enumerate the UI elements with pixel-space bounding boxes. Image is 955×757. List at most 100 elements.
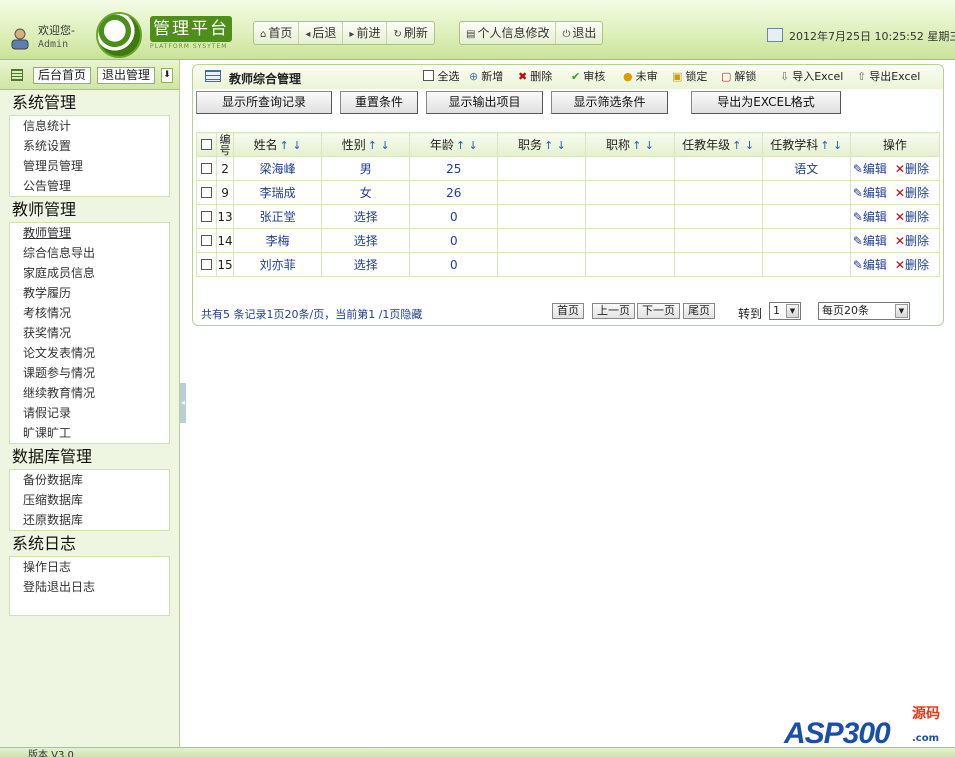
logout-button[interactable]: ⏻ 退出 <box>556 22 602 44</box>
delete-button[interactable]: ✖ 删除 <box>518 68 552 84</box>
chevron-down-icon[interactable]: ▼ <box>895 304 908 318</box>
col-subject[interactable]: 任教学科 ↑ ↓ <box>761 132 851 157</box>
account-button-group: ▤ 个人信息修改 ⏻ 退出 <box>459 21 604 45</box>
pencil-icon: ✎ <box>852 210 863 224</box>
sidebar-item-operation-log[interactable]: 操作日志 <box>10 557 169 577</box>
next-page-button[interactable]: 下一页 <box>637 303 680 319</box>
admin-home-button[interactable]: 后台首页 <box>33 67 92 84</box>
show-queried-records-button[interactable]: 显示所查询记录 <box>196 91 332 114</box>
col-age[interactable]: 年龄 ↑ ↓ <box>409 132 499 157</box>
last-page-button[interactable]: 尾页 <box>683 303 715 319</box>
back-button[interactable]: ◂ 后退 <box>299 22 344 44</box>
row-checkbox[interactable] <box>201 162 212 174</box>
col-duty[interactable]: 职务 ↑ ↓ <box>497 132 587 157</box>
sidebar-item-family[interactable]: 家庭成员信息 <box>10 263 169 283</box>
sidebar-item-papers[interactable]: 论文发表情况 <box>10 343 169 363</box>
edit-link[interactable]: ✎编辑 <box>853 258 887 272</box>
sidebar-item-projects[interactable]: 课题参与情况 <box>10 363 169 383</box>
show-filter-conditions-button[interactable]: 显示筛选条件 <box>551 91 668 114</box>
table-row[interactable]: 13 张正堂 选择 0 ✎编辑 ✕删除 <box>195 204 941 229</box>
duty-cell <box>497 180 587 205</box>
welcome-text: 欢迎您- Admin <box>38 24 75 52</box>
sidebar-item-teaching-history[interactable]: 教学履历 <box>10 283 169 303</box>
profile-edit-button[interactable]: ▤ 个人信息修改 <box>460 22 557 44</box>
grade-cell <box>673 204 763 229</box>
table-row[interactable]: 14 李梅 选择 0 ✎编辑 ✕删除 <box>195 228 941 253</box>
sidebar-item-absence[interactable]: 旷课旷工 <box>10 423 169 443</box>
add-icon: ⊕ <box>469 70 479 83</box>
add-button[interactable]: ⊕ 新增 <box>469 68 503 84</box>
page-size-select[interactable]: 每页20条 ▼ <box>818 302 910 320</box>
lock-button[interactable]: ▣ 锁定 <box>672 68 707 84</box>
export-excel-format-button[interactable]: 导出为EXCEL格式 <box>691 91 841 114</box>
delete-link[interactable]: ✕删除 <box>895 234 929 248</box>
col-name[interactable]: 姓名 ↑ ↓ <box>233 132 323 157</box>
sort-arrows-icon[interactable]: ↑ ↓ <box>544 139 566 152</box>
delete-link[interactable]: ✕删除 <box>895 162 929 176</box>
list-icon <box>205 70 221 82</box>
sort-arrows-icon[interactable]: ↑ ↓ <box>732 139 754 152</box>
header-checkbox[interactable] <box>201 138 212 150</box>
prev-page-button[interactable]: 上一页 <box>592 303 635 319</box>
edit-link[interactable]: ✎编辑 <box>853 162 887 176</box>
forward-button[interactable]: ▸ 前进 <box>343 22 388 44</box>
sort-arrows-icon[interactable]: ↑ ↓ <box>456 139 478 152</box>
sidebar-item-teacher-management[interactable]: 教师管理 <box>10 223 169 243</box>
sort-arrows-icon[interactable]: ↑ ↓ <box>368 139 390 152</box>
delete-label: 删除 <box>904 186 929 200</box>
sidebar-toolbar: 后台首页 退出管理 ⬇ <box>0 60 179 90</box>
table-row[interactable]: 2 梁海峰男 25 语文 ✎编辑 ✕删除 <box>195 156 941 181</box>
row-checkbox[interactable] <box>201 234 212 246</box>
sidebar-item-awards[interactable]: 获奖情况 <box>10 323 169 343</box>
row-checkbox[interactable] <box>201 258 212 270</box>
panel-header: 教师综合管理 全选 ⊕ 新增 ✖ 删除 ✔ 审核 ● 未审 ▣ 锁定 ▢ 解锁 ⇩ 导入Exc… <box>193 65 943 89</box>
exit-admin-button[interactable]: 退出管理 <box>97 67 156 84</box>
col-title[interactable]: 职称 ↑ ↓ <box>585 132 675 157</box>
sidebar-item-export-info[interactable]: 综合信息导出 <box>10 243 169 263</box>
delete-link[interactable]: ✕删除 <box>895 258 929 272</box>
edit-label: 编辑 <box>862 258 887 272</box>
sort-arrows-icon[interactable]: ↑ ↓ <box>280 139 302 152</box>
sort-arrows-icon[interactable]: ↑ ↓ <box>632 139 654 152</box>
sidebar-item-leave[interactable]: 请假记录 <box>10 403 169 423</box>
sidebar-item-backup[interactable]: 备份数据库 <box>10 470 169 490</box>
table-row[interactable]: 9 李瑞成女 26 ✎编辑 ✕删除 <box>195 180 941 205</box>
sidebar-item-assessment[interactable]: 考核情况 <box>10 303 169 323</box>
sidebar-item-settings[interactable]: 系统设置 <box>10 136 169 156</box>
refresh-button[interactable]: ↻ 刷新 <box>387 22 433 44</box>
row-checkbox[interactable] <box>201 210 212 222</box>
edit-link[interactable]: ✎编辑 <box>853 210 887 224</box>
row-checkbox[interactable] <box>201 186 212 198</box>
col-gender[interactable]: 性别 ↑ ↓ <box>321 132 411 157</box>
select-all-toggle[interactable]: 全选 <box>423 68 460 84</box>
edit-link[interactable]: ✎编辑 <box>853 234 887 248</box>
edit-link[interactable]: ✎编辑 <box>853 186 887 200</box>
watermark-logo: ASP300 源码 .com <box>784 703 949 750</box>
col-grade[interactable]: 任教年级 ↑ ↓ <box>673 132 763 157</box>
page-select[interactable]: 1 ▼ <box>769 302 801 320</box>
sidebar-item-admins[interactable]: 管理员管理 <box>10 156 169 176</box>
chevron-down-icon[interactable]: ▼ <box>786 304 799 318</box>
delete-link[interactable]: ✕删除 <box>895 186 929 200</box>
sidebar-item-education[interactable]: 继续教育情况 <box>10 383 169 403</box>
delete-link[interactable]: ✕删除 <box>895 210 929 224</box>
reset-conditions-button[interactable]: 重置条件 <box>340 91 418 114</box>
sidebar-item-compress[interactable]: 压缩数据库 <box>10 490 169 510</box>
sidebar-item-notices[interactable]: 公告管理 <box>10 176 169 196</box>
sidebar-collapse-handle[interactable]: ◂ <box>180 383 186 423</box>
sort-arrows-icon[interactable]: ↑ ↓ <box>820 139 842 152</box>
show-output-items-button[interactable]: 显示输出项目 <box>426 91 543 114</box>
first-page-button[interactable]: 首页 <box>552 303 584 319</box>
approve-button[interactable]: ✔ 审核 <box>571 68 605 84</box>
home-button[interactable]: ⌂ 首页 <box>254 22 300 44</box>
sidebar-item-restore[interactable]: 还原数据库 <box>10 510 169 530</box>
unlock-button[interactable]: ▢ 解锁 <box>721 68 756 84</box>
table-row[interactable]: 15 刘亦菲 选择 0 ✎编辑 ✕删除 <box>195 252 941 277</box>
sidebar-item-login-log[interactable]: 登陆退出日志 <box>10 577 169 597</box>
arrow-down-icon[interactable]: ⬇ <box>161 68 173 83</box>
sidebar-item-stats[interactable]: 信息统计 <box>10 116 169 136</box>
export-excel-button[interactable]: ⇧ 导出Excel <box>857 68 920 84</box>
unapprove-button[interactable]: ● 未审 <box>623 68 658 84</box>
select-all-checkbox[interactable] <box>423 70 434 81</box>
import-excel-button[interactable]: ⇩ 导入Excel <box>780 68 843 84</box>
